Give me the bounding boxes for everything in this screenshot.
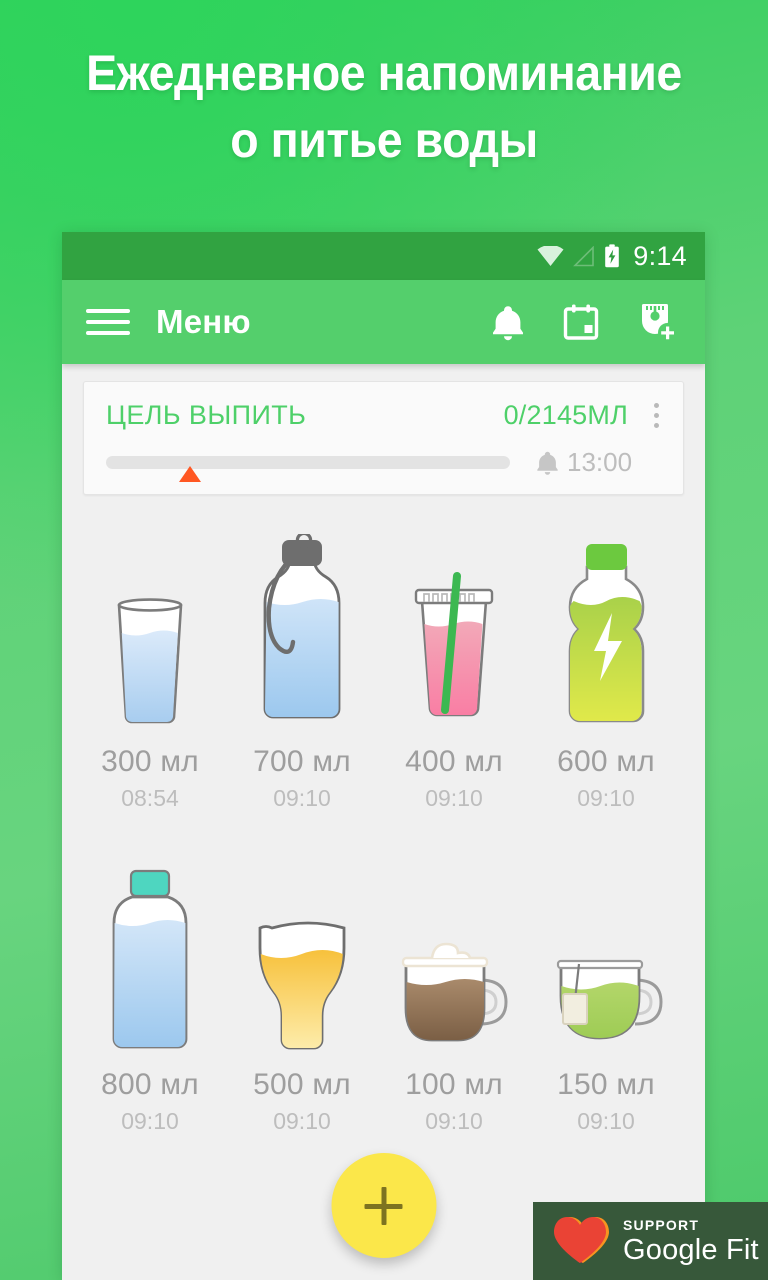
drink-item[interactable]: 700 мл 09:10: [226, 519, 378, 812]
drink-time: 09:10: [425, 1108, 483, 1134]
smoothie-cup-icon: [399, 519, 509, 729]
add-cup-icon[interactable]: [637, 302, 677, 342]
status-bar-clock: 9:14: [633, 240, 687, 271]
drink-item[interactable]: 600 мл 09:10: [530, 519, 682, 812]
drink-volume: 300 мл: [101, 745, 199, 778]
bell-icon[interactable]: [491, 303, 525, 341]
water-bottle-icon: [99, 842, 201, 1052]
goal-progress-bar[interactable]: [106, 456, 510, 469]
headline-line-1: Ежедневное напоминание: [86, 45, 682, 101]
green-tea-cup-icon: [545, 842, 667, 1052]
bell-icon: [537, 451, 558, 475]
reminder-info[interactable]: 13:00: [536, 447, 632, 478]
drink-volume: 400 мл: [405, 745, 503, 778]
drink-time: 09:10: [577, 785, 635, 811]
goal-card-top-row: ЦЕЛЬ ВЫПИТЬ 0/2145МЛ: [106, 400, 665, 431]
drink-item[interactable]: 400 мл 09:10: [378, 519, 530, 812]
kebab-menu-icon[interactable]: [648, 401, 665, 430]
drink-time: 09:10: [121, 1108, 179, 1134]
google-fit-heart-icon: [554, 1217, 609, 1263]
battery-charging-icon: [605, 244, 620, 268]
drink-volume: 100 мл: [405, 1068, 503, 1101]
goal-card-bottom-row: 13:00: [106, 447, 665, 482]
drinks-row: 800 мл 09:10 500 мл 09:10 100 мл 09:10 1…: [74, 842, 693, 1135]
drink-volume: 800 мл: [101, 1068, 199, 1101]
drink-volume: 500 мл: [253, 1068, 351, 1101]
drink-volume: 700 мл: [253, 745, 351, 778]
drink-time: 09:10: [273, 1108, 331, 1134]
fit-name-label: Google Fit: [623, 1233, 759, 1266]
wifi-icon: [537, 245, 564, 266]
goal-progress-marker: [178, 466, 201, 482]
drink-item[interactable]: 500 мл 09:10: [226, 842, 378, 1135]
goal-label: ЦЕЛЬ ВЫПИТЬ: [106, 400, 307, 430]
goal-card[interactable]: ЦЕЛЬ ВЫПИТЬ 0/2145МЛ 13:00: [83, 381, 684, 495]
plus-icon: [363, 1185, 405, 1227]
drink-item[interactable]: 100 мл 09:10: [378, 842, 530, 1135]
drink-time: 09:10: [577, 1108, 635, 1134]
drink-time: 09:10: [425, 785, 483, 811]
status-bar: 9:14: [62, 232, 705, 280]
goal-amount: 0/2145МЛ: [503, 400, 628, 430]
add-drink-fab[interactable]: [331, 1153, 436, 1258]
fit-badge-text: SUPPORT Google Fit: [623, 1218, 759, 1265]
drink-time: 08:54: [121, 785, 179, 811]
drink-item[interactable]: 800 мл 09:10: [74, 842, 226, 1135]
drink-volume: 150 мл: [557, 1068, 655, 1101]
drinks-row: 300 мл 08:54 700 мл 09:10 400 мл 09:10 6…: [74, 519, 693, 812]
phone-screenshot: 9:14 Меню ЦЕЛЬ ВЫПИТЬ 0/2145МЛ 13:00 300…: [62, 232, 705, 1280]
headline-line-2: о питье воды: [230, 112, 538, 168]
drinks-grid: 300 мл 08:54 700 мл 09:10 400 мл 09:10 6…: [62, 495, 705, 1135]
promo-headline: Ежедневное напоминание о питье воды: [27, 40, 741, 174]
sports-bottle-icon: [247, 519, 357, 729]
app-bar-actions: [491, 302, 683, 342]
energy-drink-icon: [554, 519, 659, 729]
coffee-cup-icon: [394, 842, 514, 1052]
app-bar: Меню: [62, 280, 705, 364]
hamburger-menu-icon[interactable]: [84, 305, 132, 339]
app-bar-title: Меню: [156, 303, 251, 340]
google-fit-badge: SUPPORT Google Fit: [533, 1202, 768, 1280]
drink-item[interactable]: 150 мл 09:10: [530, 842, 682, 1135]
beer-glass-icon: [248, 842, 356, 1052]
glass-of-water-icon: [100, 519, 200, 729]
fit-support-label: SUPPORT: [623, 1216, 700, 1233]
drink-volume: 600 мл: [557, 745, 655, 778]
reminder-time: 13:00: [567, 447, 633, 477]
calendar-icon[interactable]: [563, 303, 599, 341]
drink-time: 09:10: [273, 785, 331, 811]
signal-icon: [573, 245, 595, 266]
drink-item[interactable]: 300 мл 08:54: [74, 519, 226, 812]
